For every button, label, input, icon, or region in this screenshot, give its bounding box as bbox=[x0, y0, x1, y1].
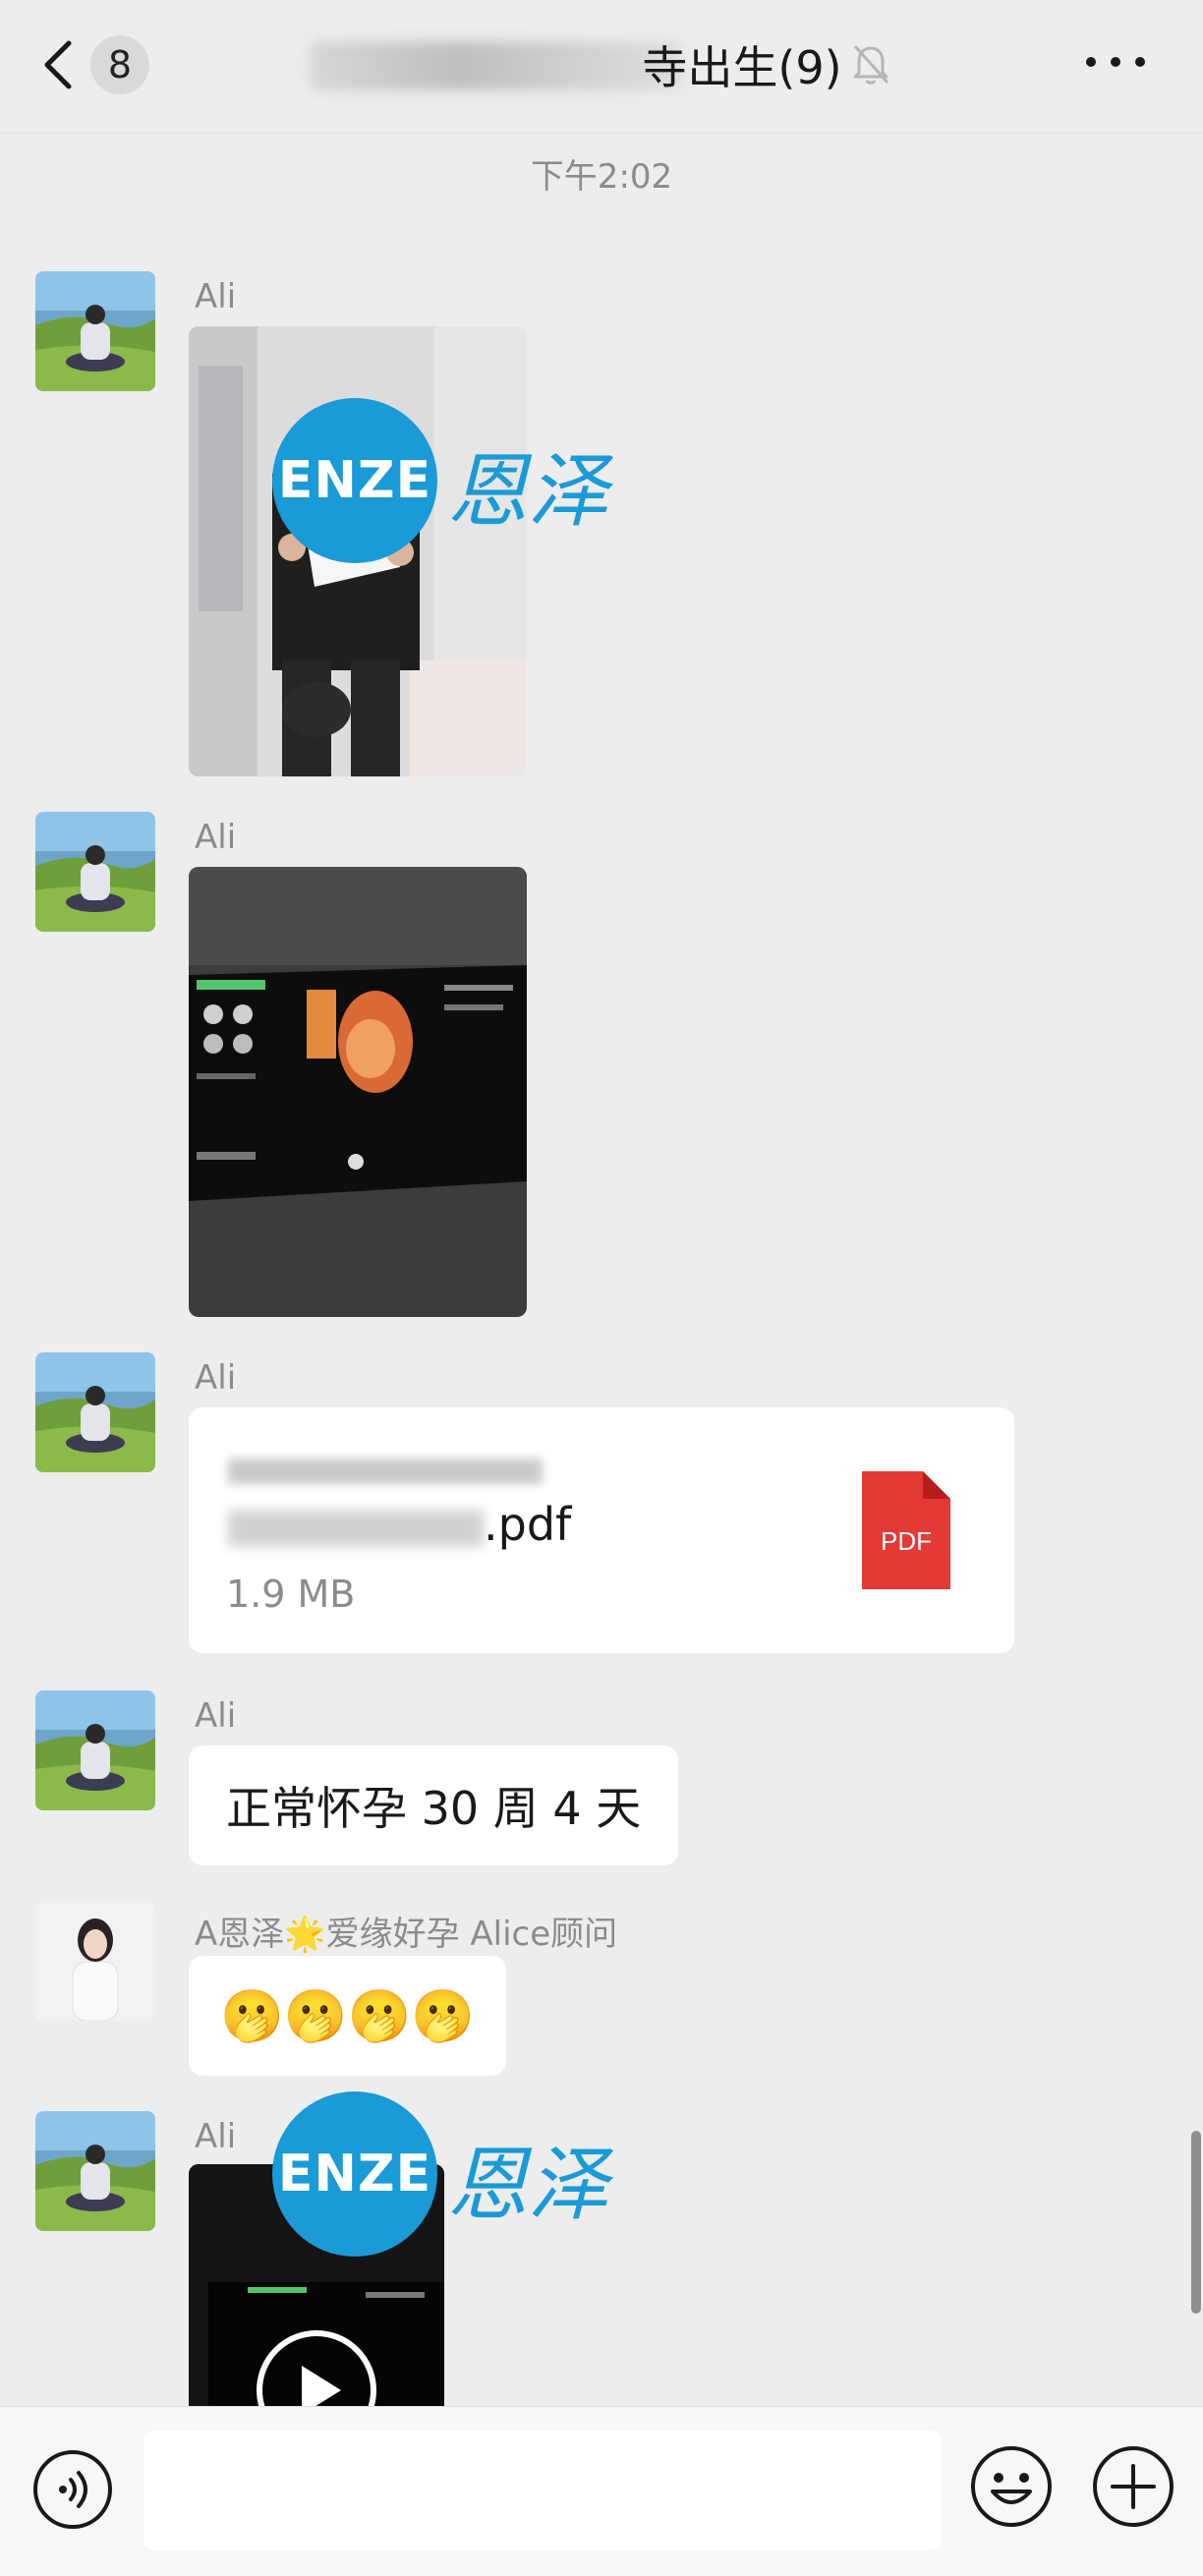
chat-header: 8 寺出生(9) bbox=[0, 0, 1203, 134]
avatar-image bbox=[35, 1690, 155, 1810]
watermark: ENZE 恩泽 bbox=[272, 2091, 665, 2259]
photo-ultrasound-screen bbox=[189, 867, 527, 1317]
sender-name: Ali bbox=[195, 1696, 237, 1736]
dot bbox=[1111, 57, 1120, 67]
file-name-redaction bbox=[228, 1511, 484, 1546]
file-size: 1.9 MB bbox=[226, 1573, 356, 1616]
chevron-left-icon bbox=[44, 40, 72, 89]
message-input[interactable] bbox=[143, 2431, 942, 2550]
emoji-icon[interactable] bbox=[969, 2444, 1054, 2529]
plus-icon[interactable] bbox=[1091, 2444, 1175, 2529]
watermark-text: 恩泽 bbox=[447, 2139, 608, 2232]
scrollbar[interactable] bbox=[1191, 2131, 1201, 2314]
chat-title: 寺出生(9) bbox=[310, 29, 880, 100]
emoji-message[interactable]: 🫢🫢🫢🫢 bbox=[189, 1956, 506, 2076]
back-button[interactable]: 8 bbox=[39, 29, 167, 100]
more-options-button[interactable] bbox=[1086, 47, 1145, 77]
watermark-logo: ENZE bbox=[272, 398, 437, 563]
avatar-ali[interactable] bbox=[35, 812, 155, 932]
avatar-ali[interactable] bbox=[35, 2111, 155, 2231]
title-redaction bbox=[310, 41, 683, 90]
unread-count-badge: 8 bbox=[90, 35, 149, 94]
avatar-image bbox=[35, 1352, 155, 1472]
watermark-text: 恩泽 bbox=[447, 445, 608, 539]
avatar-image bbox=[35, 1901, 155, 2021]
avatar-ali[interactable] bbox=[35, 1352, 155, 1472]
avatar-image bbox=[35, 271, 155, 391]
watermark-logo: ENZE bbox=[272, 2091, 437, 2257]
input-bar bbox=[0, 2406, 1203, 2576]
avatar-ali[interactable] bbox=[35, 1690, 155, 1810]
sender-name: Ali bbox=[195, 1358, 237, 1398]
sender-name: A恩泽🌟爱缘好孕 Alice顾问 bbox=[195, 1915, 618, 1954]
voice-icon[interactable] bbox=[31, 2448, 114, 2531]
file-message[interactable]: .pdf 1.9 MB PDF bbox=[189, 1407, 1014, 1653]
avatar-image bbox=[35, 2111, 155, 2231]
svg-text:PDF: PDF bbox=[881, 1526, 932, 1556]
file-name-redaction bbox=[228, 1459, 543, 1484]
image-message[interactable] bbox=[189, 867, 527, 1317]
file-name: .pdf bbox=[484, 1498, 572, 1551]
bell-off-icon bbox=[853, 45, 889, 85]
text-message[interactable]: 正常怀孕 30 周 4 天 bbox=[189, 1746, 679, 1865]
more-dots-icon bbox=[1086, 57, 1096, 67]
avatar-consultant[interactable] bbox=[35, 1901, 155, 2021]
sender-name: Ali bbox=[195, 277, 237, 316]
dot bbox=[1135, 57, 1145, 67]
sender-name: Ali bbox=[195, 2117, 237, 2156]
sender-name: Ali bbox=[195, 818, 237, 857]
pdf-file-icon: PDF bbox=[862, 1471, 950, 1589]
chat-title-text: 寺出生(9) bbox=[642, 41, 842, 94]
watermark: ENZE 恩泽 bbox=[272, 398, 665, 565]
avatar-ali[interactable] bbox=[35, 271, 155, 391]
message-timestamp: 下午2:02 bbox=[530, 157, 673, 197]
avatar-image bbox=[35, 812, 155, 932]
